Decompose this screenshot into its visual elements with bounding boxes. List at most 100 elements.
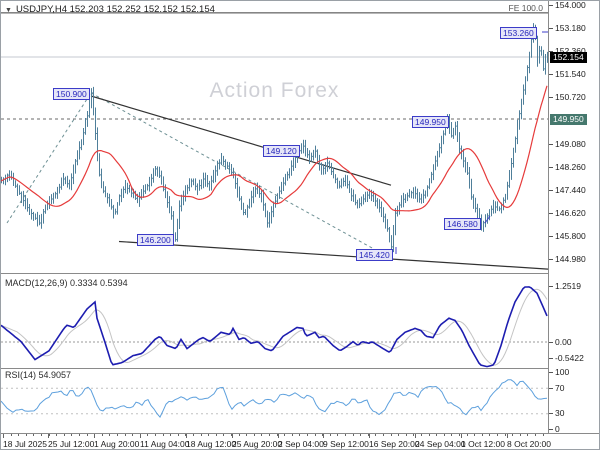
chart-title-text: USDJPY,H4 152.203 152.252 152.152 152.15… [16,4,215,15]
price-axis-tick-label: 146.620 [555,208,586,218]
chart-title: ▼ USDJPY,H4 152.203 152.252 152.152 152.1… [5,4,215,15]
price-axis-tickmark [549,342,553,343]
time-axis-minor-tick [292,434,293,436]
time-axis-minor-tick [178,434,179,436]
time-axis-minor-tick [398,434,399,436]
chart-path [1,380,547,417]
time-axis-minor-tick [527,434,528,436]
chart-path [1,289,547,365]
price-axis-tick-label: 151.540 [555,69,586,79]
pane-separator[interactable] [1,368,600,369]
time-axis-minor-tick [375,434,376,436]
time-axis-minor-tick [26,434,27,436]
time-axis-minor-tick [155,434,156,436]
time-axis-minor-tick [216,434,217,436]
price-axis[interactable]: 154.000153.180152.360151.540150.720149.0… [548,1,600,433]
time-axis-minor-tick [497,434,498,436]
macd-chart-canvas[interactable] [1,274,548,368]
pane-separator[interactable] [1,273,600,274]
time-axis-major-tick [94,434,95,438]
time-axis-minor-tick [444,434,445,436]
time-axis-minor-tick [18,434,19,436]
time-axis-minor-tick [482,434,483,436]
price-axis-tick-label: 1.2519 [555,281,581,291]
price-axis-tickmark [549,236,553,237]
dropdown-arrow-icon[interactable]: ▼ [5,7,12,14]
price-axis-tick-label: -0.5422 [555,353,584,363]
price-axis-tickmark [549,259,553,260]
price-axis-tick-label: 30 [555,408,564,418]
time-axis-minor-tick [201,434,202,436]
macd-label: MACD(12,26,9) 0.3334 0.5394 [5,278,128,288]
time-axis-minor-tick [254,434,255,436]
price-axis-tick-label: 148.260 [555,162,586,172]
time-axis-minor-tick [489,434,490,436]
time-axis-tick-label: 18 Aug 12:00 [186,439,236,449]
time-axis-major-tick [278,434,279,438]
price-axis-tickmark [549,429,553,430]
time-axis-tick-label: 16 Sep 20:00 [369,439,420,449]
time-axis-tick-label: 1 Oct 12:00 [461,439,505,449]
time-axis-minor-tick [208,434,209,436]
time-axis-minor-tick [505,434,506,436]
time-axis-minor-tick [102,434,103,436]
time-axis-minor-tick [223,434,224,436]
time-axis[interactable]: 18 Jul 202525 Jul 12:001 Aug 20:0011 Aug… [1,433,600,450]
price-axis-tickmark [549,5,553,6]
time-axis-minor-tick [261,434,262,436]
time-axis-minor-tick [132,434,133,436]
time-axis-major-tick [48,434,49,438]
price-axis-tick-label: 149.080 [555,139,586,149]
time-axis-minor-tick [284,434,285,436]
time-axis-tick-label: 24 Sep 04:00 [415,439,466,449]
time-axis-minor-tick [474,434,475,436]
time-axis-minor-tick [429,434,430,436]
price-axis-tick-label: 154.000 [555,0,586,10]
time-axis-minor-tick [33,434,34,436]
time-axis-tick-label: 8 Oct 20:00 [507,439,551,449]
price-axis-tick-label: 153.180 [555,23,586,33]
time-axis-tick-label: 9 Sep 12:00 [323,439,369,449]
time-axis-minor-tick [87,434,88,436]
time-axis-minor-tick [64,434,65,436]
price-axis-tick-label: 70 [555,383,564,393]
time-axis-tick-label: 2 Sep 04:00 [278,439,324,449]
time-axis-minor-tick [459,434,460,436]
time-axis-major-tick [3,434,4,438]
price-chart-canvas[interactable] [1,1,548,273]
time-axis-minor-tick [330,434,331,436]
time-axis-minor-tick [360,434,361,436]
price-axis-tickmark [549,190,553,191]
price-axis-tickmark [549,167,553,168]
time-axis-minor-tick [117,434,118,436]
price-axis-tickmark [549,97,553,98]
time-axis-minor-tick [71,434,72,436]
time-axis-minor-tick [315,434,316,436]
time-axis-minor-tick [307,434,308,436]
price-axis-tick-label: 147.440 [555,185,586,195]
time-axis-minor-tick [147,434,148,436]
rsi-chart-canvas[interactable] [1,369,548,433]
time-axis-tick-label: 11 Aug 04:00 [140,439,189,449]
time-axis-minor-tick [406,434,407,436]
price-axis-tickmark [549,358,553,359]
time-axis-minor-tick [520,434,521,436]
time-axis-major-tick [461,434,462,438]
time-axis-minor-tick [299,434,300,436]
time-axis-minor-tick [353,434,354,436]
time-axis-major-tick [232,434,233,438]
chart-path [4,38,549,247]
rsi-label: RSI(14) 54.9057 [5,370,71,380]
chart-window: ▼ USDJPY,H4 152.203 152.252 152.152 152.1… [0,0,600,450]
fibonacci-expansion-label: FE 100.0 [509,3,544,13]
time-axis-minor-tick [193,434,194,436]
time-axis-minor-tick [436,434,437,436]
time-axis-minor-tick [79,434,80,436]
time-axis-minor-tick [170,434,171,436]
price-axis-tick-label: 0.00 [555,337,572,347]
time-axis-tick-label: 25 Aug 20:00 [232,439,282,449]
price-axis-tickmark [549,74,553,75]
time-axis-minor-tick [269,434,270,436]
time-axis-tick-label: 18 Jul 2025 [3,439,47,449]
price-axis-tickmark [549,372,553,373]
